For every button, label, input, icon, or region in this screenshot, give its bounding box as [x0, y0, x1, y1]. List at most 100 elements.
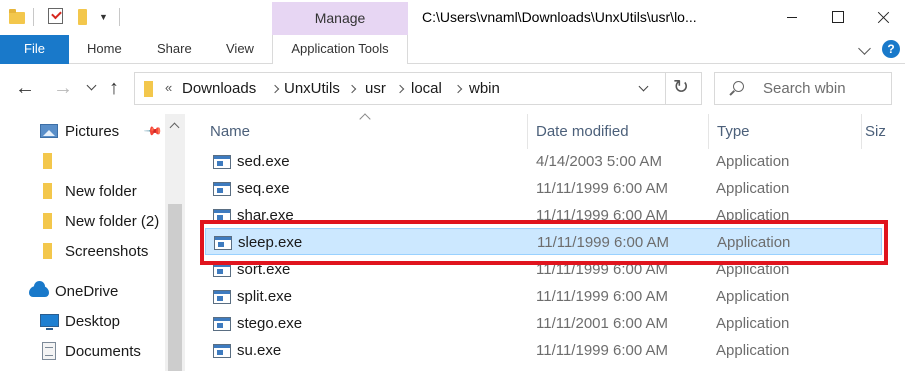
manage-tab[interactable]: Manage — [272, 2, 408, 35]
chevron-right-icon[interactable] — [395, 84, 405, 94]
scrollbar-thumb[interactable] — [168, 204, 182, 371]
application-icon — [213, 209, 231, 223]
scroll-up-icon[interactable] — [169, 122, 180, 133]
maximize-button[interactable] — [815, 0, 861, 35]
file-type: Application — [717, 234, 791, 251]
folder-icon — [9, 9, 25, 24]
tab-view[interactable]: View — [226, 35, 254, 64]
chevron-right-icon[interactable] — [270, 84, 280, 94]
table-row[interactable]: sort.exe 11/11/1999 6:00 AM Application — [205, 256, 882, 283]
file-date-modified: 11/11/1999 6:00 AM — [537, 234, 670, 251]
customize-toolbar-dropdown[interactable]: ▼ — [99, 12, 108, 22]
search-box[interactable] — [714, 72, 892, 105]
navigation-bar: ← → ↑ « Downloads UnxUtils usr local wbi… — [0, 64, 905, 114]
nav-item-folder[interactable] — [0, 146, 165, 176]
tab-application-tools[interactable]: Application Tools — [272, 35, 408, 64]
table-row[interactable]: seq.exe 11/11/1999 6:00 AM Application — [205, 175, 882, 202]
column-header-name[interactable]: Name — [205, 114, 525, 149]
folder-icon — [43, 243, 52, 259]
nav-item-label: New folder — [65, 183, 137, 200]
back-button[interactable]: ← — [15, 77, 35, 99]
column-header-date-modified[interactable]: Date modified — [528, 114, 708, 149]
window-title: C:\Users\vnaml\Downloads\UnxUtils\usr\lo… — [422, 9, 697, 25]
nav-item-new-folder[interactable]: New folder — [0, 176, 165, 206]
nav-item-desktop[interactable]: Desktop — [0, 306, 165, 336]
tab-file[interactable]: File — [0, 35, 69, 64]
application-icon — [213, 290, 231, 304]
file-name: sed.exe — [237, 153, 290, 170]
new-folder-icon[interactable] — [78, 9, 87, 25]
tab-share[interactable]: Share — [157, 35, 192, 64]
nav-item-onedrive[interactable]: OneDrive — [0, 276, 165, 306]
file-type: Application — [716, 288, 790, 305]
navigation-scrollbar[interactable] — [165, 114, 185, 371]
application-icon — [213, 182, 231, 196]
pictures-icon — [40, 124, 58, 138]
table-row[interactable]: split.exe 11/11/1999 6:00 AM Application — [205, 283, 882, 310]
application-icon — [213, 317, 231, 331]
help-icon[interactable]: ? — [882, 40, 900, 58]
breadcrumb-overflow[interactable]: « — [165, 80, 172, 95]
search-input[interactable] — [763, 73, 888, 104]
nav-item-label: New folder (2) — [65, 213, 160, 230]
breadcrumb-wbin[interactable]: wbin — [469, 80, 500, 97]
breadcrumb-downloads[interactable]: Downloads — [182, 80, 256, 97]
column-header-label: Siz — [865, 123, 886, 140]
up-button[interactable]: ↑ — [109, 77, 119, 99]
nav-item-screenshots[interactable]: Screenshots — [0, 236, 165, 266]
column-header-size[interactable]: Siz — [862, 114, 905, 149]
breadcrumb-unxutils[interactable]: UnxUtils — [284, 80, 340, 97]
nav-item-new-folder-2[interactable]: New folder (2) — [0, 206, 165, 236]
toolbar-divider — [33, 8, 34, 26]
breadcrumb-usr[interactable]: usr — [365, 80, 386, 97]
application-icon — [213, 263, 231, 277]
column-header-label: Type — [717, 123, 750, 140]
file-type: Application — [716, 153, 790, 170]
address-divider — [665, 73, 666, 104]
file-date-modified: 11/11/1999 6:00 AM — [536, 261, 669, 278]
address-bar[interactable]: « Downloads UnxUtils usr local wbin ↻ — [134, 72, 702, 105]
minimize-button[interactable] — [769, 0, 815, 35]
nav-item-pictures[interactable]: Pictures 📌 — [0, 116, 165, 146]
close-button[interactable] — [861, 0, 905, 35]
nav-item-label: Documents — [65, 343, 141, 360]
nav-item-label: Pictures — [65, 123, 120, 140]
file-type: Application — [716, 342, 790, 359]
breadcrumb-local[interactable]: local — [411, 80, 442, 97]
properties-icon[interactable] — [48, 8, 63, 24]
table-row[interactable]: shar.exe 11/11/1999 6:00 AM Application — [205, 202, 882, 229]
chevron-right-icon[interactable] — [453, 84, 463, 94]
file-type: Application — [716, 261, 790, 278]
pin-icon[interactable]: 📌 — [143, 121, 163, 141]
onedrive-icon — [29, 281, 49, 297]
file-name: sort.exe — [237, 261, 291, 278]
file-list: Name Date modified Type Siz sed.exe 4/14… — [185, 113, 905, 371]
table-row[interactable]: su.exe 11/11/1999 6:00 AM Application — [205, 337, 882, 364]
column-header-label: Name — [210, 123, 251, 140]
expand-ribbon-chevron-icon[interactable] — [858, 42, 871, 55]
application-icon — [214, 236, 232, 250]
nav-item-documents[interactable]: Documents — [0, 336, 165, 366]
file-name: split.exe — [237, 288, 293, 305]
file-name: seq.exe — [237, 180, 290, 197]
application-icon — [213, 155, 231, 169]
column-header-label: Date modified — [536, 123, 629, 140]
table-row-selected[interactable]: sleep.exe 11/11/1999 6:00 AM Application — [205, 228, 882, 255]
documents-icon — [42, 342, 56, 360]
folder-icon — [43, 213, 52, 229]
file-date-modified: 11/11/1999 6:00 AM — [536, 342, 669, 359]
folder-icon — [43, 153, 52, 169]
recent-locations-dropdown[interactable] — [86, 80, 97, 91]
toolbar-divider — [119, 8, 120, 26]
forward-button[interactable]: → — [53, 77, 73, 99]
table-row[interactable]: sed.exe 4/14/2003 5:00 AM Application — [205, 148, 882, 175]
address-history-dropdown[interactable] — [638, 81, 649, 92]
tab-home[interactable]: Home — [87, 35, 122, 64]
application-icon — [213, 344, 231, 358]
refresh-button[interactable]: ↻ — [673, 76, 689, 99]
chevron-right-icon[interactable] — [347, 84, 357, 94]
table-row[interactable]: stego.exe 11/11/2001 6:00 AM Application — [205, 310, 882, 337]
file-date-modified: 11/11/1999 6:00 AM — [536, 207, 669, 224]
file-type: Application — [716, 207, 790, 224]
column-header-type[interactable]: Type — [709, 114, 861, 149]
